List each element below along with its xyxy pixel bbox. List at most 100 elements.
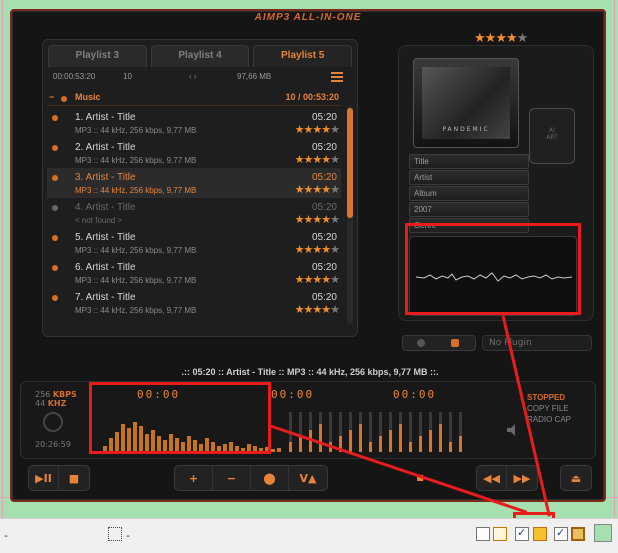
eq-band-slider[interactable] — [379, 436, 382, 452]
playlist-scrollbar[interactable] — [347, 106, 353, 324]
next-button[interactable]: ▶▶ — [507, 466, 537, 490]
eq-band-slider[interactable] — [299, 436, 302, 452]
checkbox-checked-icon[interactable] — [515, 526, 529, 541]
track-row[interactable]: 6. Artist - Title MP3 :: 44 kHz, 256 kbps… — [47, 258, 341, 288]
previous-button[interactable]: ◀◀ — [477, 466, 507, 490]
tab-playlist-5[interactable]: Playlist 5 — [253, 45, 353, 67]
spectrum-bar — [271, 449, 275, 452]
eq-band-slider[interactable] — [349, 430, 352, 452]
group-bullet-icon — [61, 96, 67, 102]
track-meta: MP3 :: 44 kHz, 256 kbps, 9,77 MB — [75, 156, 197, 165]
now-playing-rating[interactable]: ★★★★★ — [474, 31, 528, 46]
album-cover: PANDEMIC — [413, 58, 519, 148]
eq-band-slider[interactable] — [449, 442, 452, 452]
play-pause-button[interactable]: ▶II — [29, 466, 59, 490]
collapse-icon[interactable]: − — [49, 92, 54, 102]
track-duration: 05:20 — [311, 232, 337, 243]
eq-band-slider[interactable] — [429, 430, 432, 452]
clock: 20:26:59 — [35, 440, 71, 449]
track-duration: 05:20 — [311, 202, 337, 213]
track-title: 7. Artist - Title — [75, 292, 136, 303]
eq-band-slider[interactable] — [399, 424, 402, 452]
eq-band-slider[interactable] — [289, 442, 292, 452]
add-button[interactable]: + — [175, 466, 213, 490]
tag-field[interactable]: 2007 — [409, 202, 529, 217]
vis-mode-2-icon[interactable] — [451, 339, 459, 347]
track-duration: 05:20 — [311, 262, 337, 273]
tag-field[interactable]: Title — [409, 154, 529, 169]
eject-button[interactable]: ⏏ — [561, 466, 591, 490]
track-rating[interactable]: ★★★★★ — [295, 183, 340, 196]
eq-band-slider[interactable] — [459, 436, 462, 452]
track-rating[interactable]: ★★★★★ — [295, 243, 340, 256]
frame-icon[interactable] — [571, 527, 585, 541]
group-summary: 10 / 00:53:20 — [285, 92, 339, 102]
equalizer[interactable] — [289, 408, 479, 452]
track-row[interactable]: 5. Artist - TitleMP3 :: 44 kHz, 256 kbps… — [47, 228, 341, 258]
eq-band-slider[interactable] — [359, 424, 362, 452]
track-rating[interactable]: ★★★★★ — [295, 123, 340, 136]
track-bullet-icon — [52, 145, 58, 151]
highlight-spectrum — [89, 382, 271, 454]
guide-line-left — [2, 0, 3, 518]
mode-radio-cap[interactable]: RADIO CAP — [527, 414, 571, 425]
power-icon[interactable] — [43, 412, 63, 432]
plugin-selector[interactable]: No Plugin — [482, 335, 592, 351]
track-title: 2. Artist - Title — [75, 142, 136, 153]
track-meta: MP3 :: 44 kHz, 256 kbps, 9,77 MB — [75, 276, 197, 285]
playlist-panel: Playlist 3 Playlist 4 Playlist 5 00:00:5… — [42, 39, 358, 337]
track-row[interactable]: 7. Artist - Title MP3 :: 44 kHz, 256 kbps… — [47, 288, 341, 318]
eq-band-slider[interactable] — [439, 424, 442, 452]
mode-copy-file[interactable]: COPY FILE — [527, 403, 571, 414]
tab-playlist-3[interactable]: Playlist 3 — [48, 45, 147, 67]
checkbox-checked-icon-2[interactable] — [554, 526, 568, 541]
track-rating[interactable]: ★★★★★ — [295, 273, 340, 286]
track-row[interactable]: 2. Artist - TitleMP3 :: 44 kHz, 256 kbps… — [47, 138, 341, 168]
prev-next-arrows-icon[interactable]: ‹ › — [189, 72, 197, 81]
guide-line-right — [614, 0, 615, 518]
checkbox-icon[interactable] — [476, 527, 490, 541]
app-title: AIMP3 ALL-IN-ONE — [254, 12, 362, 23]
eq-band-slider[interactable] — [419, 436, 422, 452]
tag-field[interactable]: Album — [409, 186, 529, 201]
remove-button[interactable]: − — [213, 466, 251, 490]
track-duration: 05:20 — [311, 292, 337, 303]
track-rating[interactable]: ★★★★★ — [295, 213, 340, 226]
volume-icon[interactable] — [505, 422, 521, 438]
tag-field[interactable]: Artist — [409, 170, 529, 185]
track-bullet-icon — [52, 175, 58, 181]
track-rating[interactable]: ★★★★★ — [295, 303, 340, 316]
menu-icon[interactable] — [331, 70, 343, 82]
playlist-size: 97,66 MB — [237, 72, 272, 81]
stop-button[interactable]: ■ — [59, 466, 89, 490]
sort-button[interactable]: ⬤ — [251, 466, 289, 490]
window-icon[interactable] — [493, 527, 507, 541]
time-middle: 00:00 — [271, 388, 315, 401]
group-header[interactable]: − Music 10 / 00:53:20 — [47, 90, 341, 106]
track-rating[interactable]: ★★★★★ — [295, 153, 340, 166]
eq-band-slider[interactable] — [409, 442, 412, 452]
misc-button[interactable]: V▲ — [289, 466, 327, 490]
transport-controls: ▶II ■ + − ⬤ V▲ ■ ◀◀ ▶▶ ⏏ — [20, 465, 596, 493]
eq-band-slider[interactable] — [319, 424, 322, 452]
color-swatch-icon[interactable] — [594, 524, 612, 542]
tab-playlist-4[interactable]: Playlist 4 — [150, 45, 250, 67]
track-duration: 05:20 — [311, 142, 337, 153]
eq-band-slider[interactable] — [369, 442, 372, 452]
track-meta: MP3 :: 44 kHz, 256 kbps, 9,77 MB — [75, 246, 197, 255]
playlist-duration: 00:00:53:20 — [53, 72, 96, 81]
eq-band-slider[interactable] — [389, 430, 392, 452]
track-row[interactable]: 1. Artist - Title MP3 :: 44 kHz, 256 kbps… — [47, 108, 341, 138]
visualization-switch[interactable] — [402, 335, 476, 351]
resize-icon[interactable] — [108, 527, 122, 541]
track-meta: < not found > — [75, 216, 123, 225]
playback-status: STOPPED — [527, 393, 566, 402]
track-title: 5. Artist - Title — [75, 232, 136, 243]
track-row[interactable]: 3. Artist - Title MP3 :: 44 kHz, 256 kbps… — [47, 168, 341, 198]
status-panel: STOPPED COPY FILE RADIO CAP — [527, 392, 571, 425]
star-burst-icon[interactable] — [533, 527, 547, 541]
scrollbar-thumb[interactable] — [347, 108, 353, 218]
samplerate-value: 44 — [35, 399, 46, 408]
vis-mode-1-icon[interactable] — [417, 339, 425, 347]
track-row[interactable]: 4. Artist - Title < not found > 05:20 ★★★★★ — [47, 198, 341, 228]
